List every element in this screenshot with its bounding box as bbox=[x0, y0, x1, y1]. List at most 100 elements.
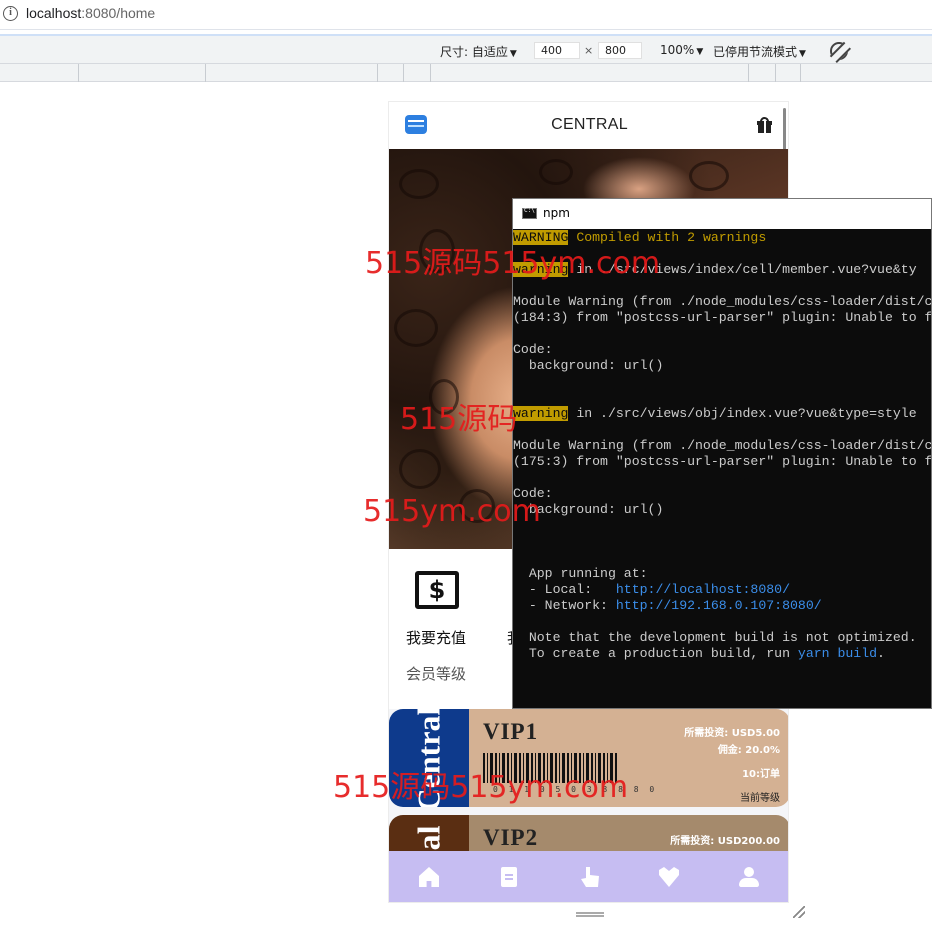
zoom-dropdown[interactable]: 100% ▼ bbox=[660, 43, 703, 57]
ruler-tick bbox=[430, 64, 431, 82]
tab-profile[interactable] bbox=[709, 851, 788, 902]
terminal-line: - Network: http://192.168.0.107:8080/ bbox=[513, 598, 931, 614]
tab-vip[interactable] bbox=[629, 851, 709, 902]
terminal-line-text: (184:3) from "postcss-url-parser" plugin… bbox=[513, 310, 932, 325]
terminal-line: Module Warning (from ./node_modules/css-… bbox=[513, 294, 932, 310]
clipboard-icon bbox=[501, 867, 517, 887]
hair-detail bbox=[399, 169, 439, 199]
terminal-line: background: url() bbox=[513, 358, 931, 374]
terminal-line: - Local: http://localhost:8080/ bbox=[513, 582, 931, 598]
watermark-text: 515源码 bbox=[400, 402, 518, 437]
member-level-title: 会员等级 bbox=[406, 665, 467, 683]
terminal-link[interactable]: yarn build bbox=[798, 646, 877, 661]
terminal-titlebar[interactable]: npm bbox=[513, 199, 931, 229]
screen: i localhost:8080/home 尺寸: 自适应 ▼ 400 × 800… bbox=[0, 0, 932, 930]
heart-icon bbox=[659, 867, 679, 887]
terminal-line-text: Module Warning (from ./node_modules/css-… bbox=[513, 438, 932, 453]
recharge-label[interactable]: 我要充值 bbox=[406, 627, 466, 648]
terminal-line: warning in ./src/views/obj/index.vue?vue… bbox=[513, 406, 931, 422]
device-toolbar: 尺寸: 自适应 ▼ 400 × 800 100% ▼ 已停用节流模式 ▼ bbox=[0, 34, 932, 64]
terminal-line-text: To create a production build, run bbox=[513, 646, 798, 661]
vip-name: VIP2 bbox=[483, 825, 539, 850]
terminal-line-text: Module Warning (from ./node_modules/css-… bbox=[513, 294, 932, 309]
dimensions-label: 尺寸: 自适应 bbox=[440, 45, 508, 59]
watermark-text: 515ym.com bbox=[363, 494, 541, 529]
terminal-line-text: background: url() bbox=[513, 358, 664, 373]
vip-commission: 佣金: 20.0% bbox=[717, 745, 780, 756]
vip-name: VIP1 bbox=[483, 719, 539, 744]
terminal-link[interactable]: http://localhost:8080/ bbox=[616, 582, 790, 597]
caret-down-icon: ▼ bbox=[696, 47, 704, 57]
viewport-resize-handle[interactable] bbox=[576, 912, 604, 917]
gift-icon[interactable] bbox=[757, 117, 772, 133]
terminal-line-text: Code: bbox=[513, 342, 553, 357]
terminal-line-text: - Network: bbox=[513, 598, 616, 613]
terminal-line: (184:3) from "postcss-url-parser" plugin… bbox=[513, 310, 932, 326]
vip-current-level: 当前等级 bbox=[740, 793, 780, 804]
tab-home[interactable] bbox=[389, 851, 469, 902]
terminal-line: Code: bbox=[513, 486, 931, 502]
warning-badge: warning bbox=[513, 406, 569, 421]
terminal-line-text: (175:3) from "postcss-url-parser" plugin… bbox=[513, 454, 932, 469]
terminal-line-text: Note that the development build is not o… bbox=[513, 630, 917, 645]
ruler-tick bbox=[205, 64, 206, 82]
caret-down-icon: ▼ bbox=[799, 49, 806, 59]
throttle-dropdown[interactable]: 已停用节流模式 ▼ bbox=[713, 43, 806, 60]
vip-invest: 所需投资: USD5.00 bbox=[684, 728, 780, 739]
hand-pointer-icon bbox=[581, 867, 599, 887]
corner-resize-icon[interactable] bbox=[793, 906, 805, 918]
terminal-line: Module Warning (from ./node_modules/css-… bbox=[513, 438, 932, 454]
caret-down-icon: ▼ bbox=[509, 49, 517, 59]
user-icon bbox=[739, 867, 759, 887]
home-icon bbox=[419, 867, 439, 887]
terminal-line: Note that the development build is not o… bbox=[513, 630, 931, 646]
terminal-line-text: - Local: bbox=[513, 582, 616, 597]
media-query-bar[interactable] bbox=[0, 64, 932, 82]
terminal-line: App running at: bbox=[513, 566, 931, 582]
scrollbar-thumb[interactable] bbox=[783, 108, 786, 150]
brand-title: CENTRAL bbox=[551, 116, 628, 133]
terminal-line: Code: bbox=[513, 342, 931, 358]
terminal-line: To create a production build, run yarn b… bbox=[513, 646, 931, 662]
watermark-text: 515源码515ym.com bbox=[333, 770, 629, 805]
rotate-icon[interactable] bbox=[826, 38, 852, 64]
tab-orders[interactable] bbox=[469, 851, 549, 902]
width-input[interactable]: 400 bbox=[534, 42, 580, 59]
ruler-tick bbox=[377, 64, 378, 82]
hair-detail bbox=[539, 159, 573, 185]
terminal-line-text: in ./src/views/obj/index.vue?vue&type=st… bbox=[568, 406, 917, 421]
address-bar[interactable]: i localhost:8080/home bbox=[0, 0, 932, 30]
url-host: localhost bbox=[26, 5, 82, 21]
height-input[interactable]: 800 bbox=[598, 42, 642, 59]
console-icon bbox=[522, 207, 537, 219]
terminal-line-text: App running at: bbox=[513, 566, 648, 581]
ruler-tick bbox=[775, 64, 776, 82]
tab-grab[interactable] bbox=[549, 851, 629, 902]
bottom-tab-bar bbox=[389, 851, 788, 902]
watermark-text: 515源码515ym.com bbox=[365, 246, 661, 281]
vip-orders: 10:订单 bbox=[742, 769, 780, 780]
terminal-link[interactable]: http://192.168.0.107:8080/ bbox=[616, 598, 822, 613]
terminal-output[interactable]: WARNING Compiled with 2 warnings warning … bbox=[513, 230, 932, 662]
throttle-label: 已停用节流模式 bbox=[713, 45, 798, 59]
vip-invest: 所需投资: USD200.00 bbox=[670, 836, 780, 847]
terminal-title: npm bbox=[543, 206, 570, 220]
terminal-line: background: url() bbox=[513, 502, 931, 518]
ruler-tick bbox=[800, 64, 801, 82]
info-icon[interactable]: i bbox=[3, 6, 18, 21]
times-sign: × bbox=[584, 44, 594, 57]
dimensions-dropdown[interactable]: 尺寸: 自适应 ▼ bbox=[440, 43, 517, 60]
terminal-line: (175:3) from "postcss-url-parser" plugin… bbox=[513, 454, 932, 470]
url-text[interactable]: localhost:8080/home bbox=[26, 5, 155, 21]
dollar-icon[interactable]: $ bbox=[415, 571, 459, 609]
ruler-tick bbox=[78, 64, 79, 82]
